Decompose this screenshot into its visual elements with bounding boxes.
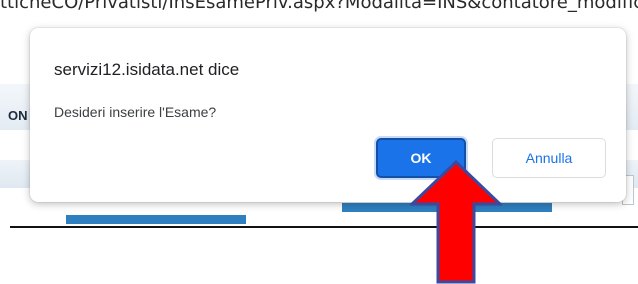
page-blue-bar-left [66, 215, 246, 224]
page-divider-line [10, 226, 638, 228]
confirm-dialog: servizi12.isidata.net dice Desideri inse… [30, 28, 626, 202]
page-fragment-text: ON [8, 108, 28, 123]
url-text: tticheCO/Privatisti/InsEsamePriv.aspx?Mo… [0, 0, 638, 13]
dialog-message: Desideri inserire l'Esame? [54, 104, 217, 120]
cancel-button[interactable]: Annulla [492, 138, 606, 178]
address-bar-url: tticheCO/Privatisti/InsEsamePriv.aspx?Mo… [0, 0, 638, 28]
red-arrow-up-icon [410, 160, 502, 284]
dialog-title: servizi12.isidata.net dice [54, 60, 240, 79]
